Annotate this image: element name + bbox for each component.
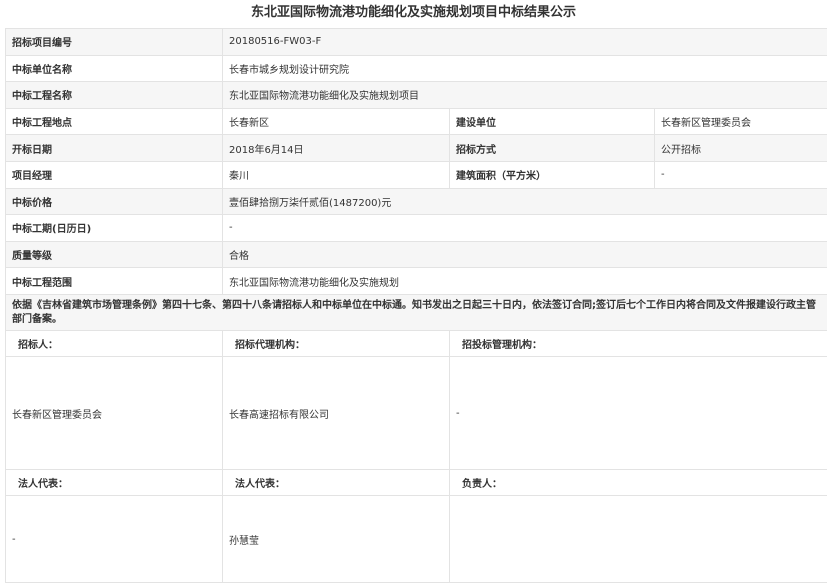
builder-value: 长春新区管理委员会 xyxy=(654,107,827,136)
duration-value: - xyxy=(222,214,827,242)
open-date-label: 开标日期 xyxy=(5,134,223,162)
project-location-value: 长春新区 xyxy=(222,107,450,136)
table-row: 中标单位名称 长春市城乡规划设计研究院 xyxy=(5,54,827,83)
project-name-value: 东北亚国际物流港功能细化及实施规划项目 xyxy=(222,81,827,109)
table-row: 依据《吉林省建筑市场管理条例》第四十七条、第四十八条请招标人和中标单位在中标通。… xyxy=(5,293,827,332)
quality-value: 合格 xyxy=(222,240,827,269)
table-row: 招标人： 招标代理机构： 招投标管理机构： xyxy=(5,330,827,357)
agency-legal-rep-header: 法人代表： xyxy=(222,469,450,496)
legal-notice: 依据《吉林省建筑市场管理条例》第四十七条、第四十八条请招标人和中标单位在中标通。… xyxy=(5,293,827,332)
bid-price-value: 壹佰肆拾捌万柒仟贰佰(1487200)元 xyxy=(222,187,827,216)
tenderer-value: 长春新区管理委员会 xyxy=(5,356,223,470)
table-row: 开标日期 2018年6月14日 招标方式 公开招标 xyxy=(5,134,827,162)
project-number-value: 20180516-FW03-F xyxy=(222,28,827,56)
project-name-label: 中标工程名称 xyxy=(5,81,223,109)
floor-area-label: 建筑面积（平方米） xyxy=(449,160,655,189)
page-title: 东北亚国际物流港功能细化及实施规划项目中标结果公示 xyxy=(250,5,576,20)
table-row: 中标价格 壹佰肆拾捌万柒仟贰佰(1487200)元 xyxy=(5,187,827,216)
table-row: 长春新区管理委员会 长春高速招标有限公司 - xyxy=(5,356,827,470)
table-row: 法人代表： 法人代表： 负责人： xyxy=(5,469,827,496)
table-row: 中标工程名称 东北亚国际物流港功能细化及实施规划项目 xyxy=(5,81,827,109)
project-manager-value: 秦川 xyxy=(222,160,450,189)
bid-info-table: 招标项目编号 20180516-FW03-F 中标单位名称 长春市城乡规划设计研… xyxy=(5,28,827,332)
tenderer-legal-rep-value: - xyxy=(5,495,223,583)
table-row: - 孙慧莹 xyxy=(5,495,827,583)
agency-legal-rep-value: 孙慧莹 xyxy=(222,495,450,583)
table-row: 项目经理 秦川 建筑面积（平方米） - xyxy=(5,160,827,189)
agency-value: 长春高速招标有限公司 xyxy=(222,356,450,470)
table-row: 中标工期(日历日) - xyxy=(5,214,827,242)
winner-name-value: 长春市城乡规划设计研究院 xyxy=(222,54,827,83)
scope-label: 中标工程范围 xyxy=(5,267,223,295)
table-row: 招标项目编号 20180516-FW03-F xyxy=(5,28,827,56)
authority-responsible-value xyxy=(449,495,827,583)
signature-table: 招标人： 招标代理机构： 招投标管理机构： 长春新区管理委员会 长春高速招标有限… xyxy=(5,330,827,583)
builder-label: 建设单位 xyxy=(449,107,655,136)
project-manager-label: 项目经理 xyxy=(5,160,223,189)
scope-value: 东北亚国际物流港功能细化及实施规划 xyxy=(222,267,827,295)
bid-method-label: 招标方式 xyxy=(449,134,655,162)
quality-label: 质量等级 xyxy=(5,240,223,269)
authority-responsible-header: 负责人： xyxy=(449,469,827,496)
table-row: 质量等级 合格 xyxy=(5,240,827,269)
project-number-label: 招标项目编号 xyxy=(5,28,223,56)
agency-header: 招标代理机构： xyxy=(222,330,450,357)
authority-value: - xyxy=(449,356,827,470)
floor-area-value: - xyxy=(654,160,827,189)
bid-price-label: 中标价格 xyxy=(5,187,223,216)
winner-name-label: 中标单位名称 xyxy=(5,54,223,83)
authority-header: 招投标管理机构： xyxy=(449,330,827,357)
table-row: 中标工程范围 东北亚国际物流港功能细化及实施规划 xyxy=(5,267,827,295)
open-date-value: 2018年6月14日 xyxy=(222,134,450,162)
tenderer-header: 招标人： xyxy=(5,330,223,357)
project-location-label: 中标工程地点 xyxy=(5,107,223,136)
duration-label: 中标工期(日历日) xyxy=(5,214,223,242)
table-row: 中标工程地点 长春新区 建设单位 长春新区管理委员会 xyxy=(5,107,827,136)
tenderer-legal-rep-header: 法人代表： xyxy=(5,469,223,496)
bid-method-value: 公开招标 xyxy=(654,134,827,162)
